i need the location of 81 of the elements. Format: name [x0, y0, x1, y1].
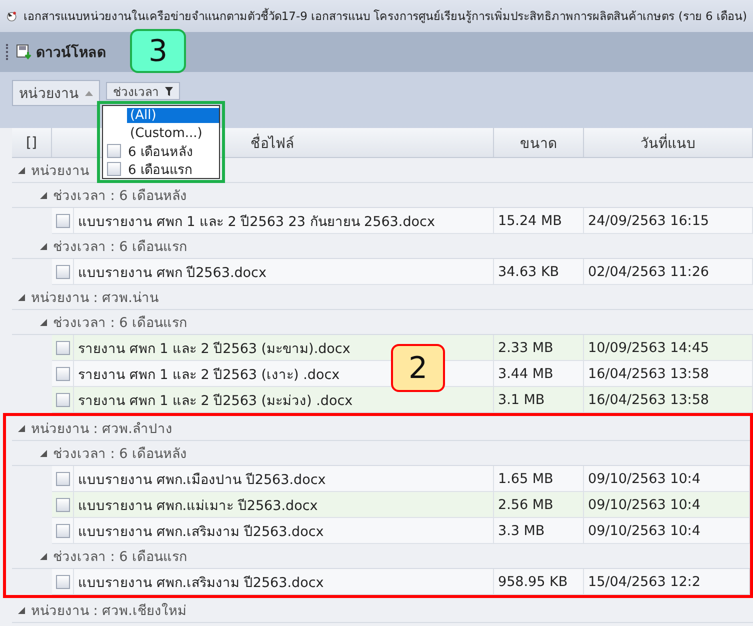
expanded-arrow-icon[interactable]: [18, 606, 25, 614]
expanded-arrow-icon[interactable]: [18, 166, 25, 174]
subgroup-label: ช่วงเวลา : 6 เดือนหลัง: [53, 445, 188, 464]
callout-number: 2: [391, 344, 445, 392]
file-name: รายงาน ศพก 1 และ 2 ปี2563 (มะขาม).docx: [78, 340, 350, 358]
group-label: หน่วยงาน : ศวพ.ลำปาง: [31, 420, 172, 439]
column-header[interactable]: ขนาด: [494, 128, 584, 157]
file-row[interactable]: แบบรายงาน ศพก.เสริมงาม ปี2563.docx 3.3 MB 09/10/2563 10:4: [52, 518, 750, 544]
filter-icon[interactable]: [165, 86, 173, 96]
attached-date: 16/04/2563 13:58: [588, 366, 710, 382]
file-name: แบบรายงาน ศพก ปี2563.docx: [78, 264, 266, 282]
window-title: เอกสารแนบหน่วยงานในเครือข่ายจำแนกตามตัวชี้วัด17-9 เอกสารแนบ โครงการศูนย์เรียนรู้การเพิ่มประสิทธิภาพการผลิตสินค้าเกษตร (ราย 6 เดือน): [23, 7, 747, 25]
group-label: หน่วยงาน: [31, 162, 89, 181]
attached-date: 16/04/2563 13:58: [588, 392, 710, 408]
group-label: หน่วยงาน : ศวพ.น่าน: [31, 289, 158, 308]
sort-arrow-icon: [85, 90, 93, 96]
file-size: 3.44 MB: [498, 366, 554, 382]
row-checkbox[interactable]: [56, 366, 70, 380]
file-name: แบบรายงาน ศพก.แม่เมาะ ปี2563.docx: [78, 496, 318, 516]
row-checkbox[interactable]: [56, 264, 70, 278]
subgroup-label: ช่วงเวลา : 6 เดือนแรก: [53, 238, 188, 257]
attached-date: 09/10/2563 10:4: [588, 496, 700, 512]
row-checkbox[interactable]: [56, 340, 70, 354]
callout-number: 3: [130, 29, 186, 73]
attached-date: 09/10/2563 10:4: [588, 522, 700, 538]
group-row[interactable]: หน่วยงาน : ศวพ.เชียงใหม่: [12, 598, 753, 623]
download-button[interactable]: ดาวน์โหลด: [12, 37, 110, 67]
group-chip[interactable]: หน่วยงาน: [12, 80, 100, 106]
row-checkbox[interactable]: [56, 574, 70, 588]
attached-date: 24/09/2563 16:15: [588, 212, 710, 228]
file-size: 3.3 MB: [498, 522, 545, 538]
filter-checkbox[interactable]: [107, 162, 121, 176]
filter-option[interactable]: (All): [127, 108, 219, 122]
group-row[interactable]: หน่วยงาน : ศวพ.น่าน: [12, 285, 753, 310]
file-name: แบบรายงาน ศพก.เมืองปาน ปี2563.docx: [78, 470, 326, 490]
expanded-arrow-icon[interactable]: [40, 552, 47, 560]
file-size: 3.1 MB: [498, 392, 545, 408]
row-checkbox[interactable]: [56, 524, 70, 538]
file-row[interactable]: แบบรายงาน ศพก 1 และ 2 ปี2563 23 กันยายน 2563.docx 15.24 MB 24/09/2563 16:15: [52, 208, 753, 234]
filter-checkbox[interactable]: [107, 144, 121, 158]
subgroup-label: ช่วงเวลา : 6 เดือนแรก: [53, 548, 188, 567]
row-checkbox[interactable]: [56, 498, 70, 512]
group-row[interactable]: หน่วยงาน : ศวพ.ลำปาง: [12, 416, 750, 441]
file-size: 2.33 MB: [498, 340, 554, 356]
file-row[interactable]: แบบรายงาน ศพก.แม่เมาะ ปี2563.docx 2.56 MB 09/10/2563 10:4: [52, 492, 750, 518]
file-name: แบบรายงาน ศพก.เสริมงาม ปี2563.docx: [78, 574, 324, 592]
file-name: รายงาน ศพก 1 และ 2 ปี2563 (เงาะ) .docx: [78, 366, 340, 384]
file-name: แบบรายงาน ศพก.เสริมงาม ปี2563.docx: [78, 522, 324, 542]
file-size: 15.24 MB: [498, 212, 562, 228]
file-name: รายงาน ศพก 1 และ 2 ปี2563 (มะม่วง) .docx: [78, 392, 353, 410]
group-label: หน่วยงาน : ศวพ.เชียงใหม่: [31, 602, 186, 621]
file-row[interactable]: รายงาน ศพก 1 และ 2 ปี2563 (มะม่วง) .docx 3.1 MB 16/04/2563 13:58: [52, 387, 753, 413]
expanded-arrow-icon[interactable]: [40, 192, 47, 198]
group-chip[interactable]: ช่วงเวลา: [106, 82, 180, 100]
expanded-arrow-icon[interactable]: [40, 450, 47, 456]
attached-date: 10/09/2563 14:45: [588, 340, 710, 356]
expanded-arrow-icon[interactable]: [18, 294, 25, 300]
file-size: 958.95 KB: [498, 574, 568, 590]
file-size: 34.63 KB: [498, 264, 560, 280]
row-checkbox[interactable]: [56, 392, 70, 406]
file-row[interactable]: แบบรายงาน ศพก ปี2563.docx 34.63 KB 02/04/2563 11:26: [52, 259, 753, 285]
filter-option[interactable]: (Custom...): [127, 126, 219, 140]
attached-date: 02/04/2563 11:26: [588, 264, 710, 280]
filter-option[interactable]: 6 เดือนแรก: [125, 158, 219, 180]
file-name: แบบรายงาน ศพก 1 และ 2 ปี2563 23 กันยายน 2563.docx: [78, 212, 435, 232]
attached-date: 09/10/2563 10:4: [588, 470, 700, 486]
file-row[interactable]: แบบรายงาน ศพก.เมืองปาน ปี2563.docx 1.65 MB 09/10/2563 10:4: [52, 466, 750, 492]
column-header[interactable]: []: [12, 128, 52, 157]
subgroup-label: ช่วงเวลา : 6 เดือนหลัง: [53, 187, 188, 206]
row-checkbox[interactable]: [56, 472, 70, 486]
attached-date: 15/04/2563 12:2: [588, 574, 700, 590]
expanded-arrow-icon[interactable]: [40, 242, 47, 250]
row-checkbox[interactable]: [56, 214, 70, 228]
expanded-arrow-icon[interactable]: [40, 318, 47, 326]
expanded-arrow-icon[interactable]: [18, 424, 25, 432]
column-header[interactable]: วันที่แนบ: [584, 128, 753, 157]
file-size: 1.65 MB: [498, 470, 554, 486]
save-download-icon[interactable]: [16, 44, 32, 60]
file-size: 2.56 MB: [498, 496, 554, 512]
file-row[interactable]: แบบรายงาน ศพก.เสริมงาม ปี2563.docx 958.95 KB 15/04/2563 12:2: [52, 569, 750, 595]
subgroup-label: ช่วงเวลา : 6 เดือนแรก: [53, 314, 188, 333]
